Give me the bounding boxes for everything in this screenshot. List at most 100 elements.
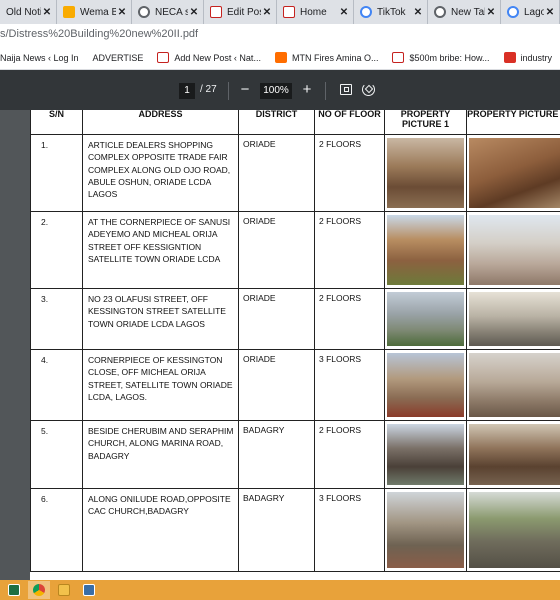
serial-number-cell: 3. — [30, 288, 83, 350]
bookmark-label: industry — [520, 52, 553, 63]
fit-page-icon[interactable] — [340, 84, 352, 95]
page-number-input[interactable]: 1 — [179, 83, 195, 99]
district-cell: ORIADE — [238, 349, 315, 421]
bookmark-item[interactable]: ADVERTISE — [93, 53, 144, 63]
browser-tab[interactable]: Wema B ✕ — [57, 0, 132, 24]
floor-count-cell: 3 FLOORS — [314, 349, 385, 421]
district-cell: BADAGRY — [238, 488, 315, 572]
dark-building-photo — [387, 424, 464, 485]
close-tab-icon[interactable]: ✕ — [544, 7, 556, 18]
excel-icon — [8, 584, 20, 596]
globe-icon — [138, 6, 150, 18]
building-interior-photo — [469, 138, 560, 208]
photo-cell — [384, 488, 467, 572]
tab-title: NECA sl — [155, 6, 188, 18]
photo-cell — [384, 420, 467, 489]
table-row: 5. BESIDE CHERUBIM AND SERAPHIM CHURCH, A… — [30, 420, 560, 489]
app-taskbar-button[interactable] — [78, 581, 100, 599]
three-storey-photo — [387, 353, 464, 417]
bookmark-item[interactable]: MTN Fires Amina O... — [274, 52, 379, 63]
address-cell: ARTICLE DEALERS SHOPPING COMPLEX OPPOSIT… — [82, 134, 239, 212]
column-header: NO OF FLOOR — [314, 110, 385, 135]
browser-tab[interactable]: Home ✕ — [277, 0, 354, 24]
bookmark-label: Naija News ‹ Log In — [0, 52, 79, 63]
close-tab-icon[interactable]: ✕ — [116, 7, 128, 18]
sr-icon — [274, 52, 287, 63]
tab-title: Wema B — [80, 6, 116, 18]
district-cell: ORIADE — [238, 134, 315, 212]
browser-tab[interactable]: Edit Pos ✕ — [204, 0, 277, 24]
floor-count-cell: 2 FLOORS — [314, 134, 385, 212]
facade-closeup-photo — [469, 353, 560, 417]
rooftop-photo — [469, 215, 560, 285]
photo-cell — [466, 134, 560, 212]
pdf-page: S/N ADDRESS DISTRICT NO OF FLOOR PROPERT… — [30, 110, 560, 580]
globe-icon — [434, 6, 446, 18]
browser-tab[interactable]: Old Noti ✕ — [0, 0, 57, 24]
serial-number-cell: 1. — [30, 134, 83, 212]
zoom-in-button[interactable]: + — [297, 79, 317, 101]
photo-cell — [384, 134, 467, 212]
news-icon — [283, 6, 295, 18]
browser-tab[interactable]: NECA sl✕ — [132, 0, 204, 24]
browser-tab[interactable]: New Tab✕ — [428, 0, 501, 24]
folder-taskbar-button[interactable] — [53, 581, 75, 599]
news-icon — [210, 6, 222, 18]
zoom-level[interactable]: 100% — [260, 83, 292, 99]
bookmark-item[interactable]: industry — [503, 52, 553, 63]
bookmark-label: MTN Fires Amina O... — [291, 52, 379, 63]
zoom-out-button[interactable]: − — [235, 79, 255, 101]
toolbar-divider — [228, 82, 229, 100]
weathered-building-photo — [469, 492, 560, 568]
district-cell: ORIADE — [238, 288, 315, 350]
address-cell: NO 23 OLAFUSI STREET, OFF KESSINGTON STR… — [82, 288, 239, 350]
bookmarks-bar: Naija News ‹ Log In ADVERTISE Add New Post… — [0, 46, 560, 70]
close-tab-icon[interactable]: ✕ — [412, 7, 424, 18]
excel-taskbar-button[interactable] — [3, 581, 25, 599]
close-tab-icon[interactable]: ✕ — [188, 7, 200, 18]
table-header-row: S/N ADDRESS DISTRICT NO OF FLOOR PROPERT… — [30, 110, 560, 135]
column-header: PROPERTY PICTURE 1 — [384, 110, 467, 135]
table-row: 2. AT THE CORNERPIECE OF SANUSI ADEYEMO A… — [30, 211, 560, 289]
column-header: DISTRICT — [238, 110, 315, 135]
wooden-building-photo — [469, 424, 560, 485]
close-tab-icon[interactable]: ✕ — [261, 7, 273, 18]
serial-number-cell: 6. — [30, 488, 83, 572]
table-row: 3. NO 23 OLAFUSI STREET, OFF KESSINGTON S… — [30, 288, 560, 350]
bookmark-item[interactable]: $500m bribe: How... — [392, 52, 490, 63]
red-icon — [503, 52, 516, 63]
tab-strip: Old Noti✕Wema B✕NECA sl✕Edit Pos✕Home✕Ti… — [0, 0, 560, 24]
browser-tab[interactable]: TikTok ✕ — [354, 0, 428, 24]
close-tab-icon[interactable]: ✕ — [338, 7, 350, 18]
floor-count-cell: 2 FLOORS — [314, 211, 385, 289]
app-icon — [83, 584, 95, 596]
tab-title: Old Noti — [6, 6, 41, 18]
address-cell: AT THE CORNERPIECE OF SANUSI ADEYEMO AND… — [82, 211, 239, 289]
tab-title: Edit Pos — [227, 6, 261, 18]
browser-tab[interactable]: Lagos✕ — [501, 0, 560, 24]
google-icon — [360, 6, 372, 18]
address-cell: CORNERPIECE OF KESSINGTON CLOSE, OFF MIC… — [82, 349, 239, 421]
url-text[interactable]: s/Distress%20Building%20new%20II.pdf — [0, 28, 198, 40]
bookmark-label: Add New Post ‹ Nat... — [174, 52, 261, 63]
grey-building-photo — [387, 292, 464, 346]
pdf-viewer[interactable]: S/N ADDRESS DISTRICT NO OF FLOOR PROPERT… — [0, 110, 560, 580]
bookmark-item[interactable]: Naija News ‹ Log In — [0, 53, 79, 63]
tab-title: Home — [300, 6, 327, 18]
address-bar[interactable]: s/Distress%20Building%20new%20II.pdf — [0, 24, 560, 46]
table-row: 6. ALONG ONILUDE ROAD,OPPOSITE CAC CHURCH… — [30, 488, 560, 572]
news-icon — [157, 52, 170, 63]
column-header: S/N — [30, 110, 83, 135]
floor-count-cell: 2 FLOORS — [314, 288, 385, 350]
folder-icon — [58, 584, 70, 596]
photo-cell — [466, 211, 560, 289]
photo-cell — [466, 288, 560, 350]
bookmark-item[interactable]: Add New Post ‹ Nat... — [157, 52, 261, 63]
chrome-taskbar-button[interactable] — [28, 581, 50, 599]
photo-cell — [466, 420, 560, 489]
photo-cell — [384, 288, 467, 350]
close-tab-icon[interactable]: ✕ — [485, 7, 497, 18]
rotate-icon[interactable] — [362, 83, 375, 96]
page-count: / 27 — [200, 84, 217, 95]
close-tab-icon[interactable]: ✕ — [41, 7, 53, 18]
